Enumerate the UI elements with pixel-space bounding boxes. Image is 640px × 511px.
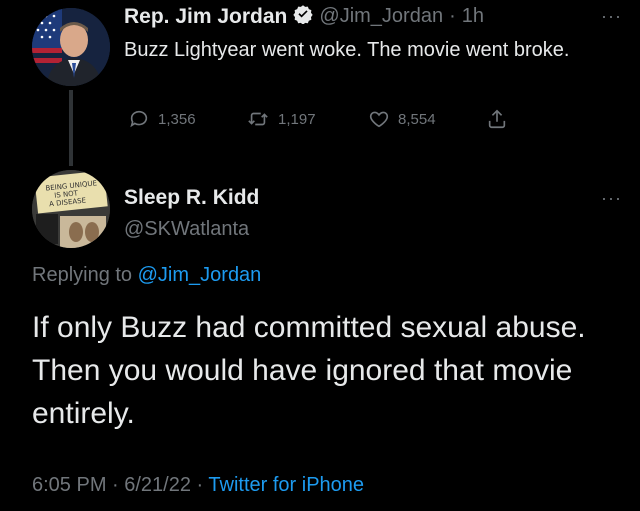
like-count: 8,554 — [398, 110, 436, 128]
share-icon — [486, 108, 508, 130]
dot-separator: · — [449, 5, 456, 27]
avatar-portrait-image — [32, 8, 110, 86]
replying-to-line: Replying to @Jim_Jordan — [32, 264, 261, 287]
reply-button[interactable]: 1,356 — [128, 108, 246, 130]
reply-author-name[interactable]: Sleep R. Kidd — [124, 186, 259, 210]
replying-to-prefix: Replying to — [32, 264, 133, 286]
reply-timestamp[interactable]: 6:05 PM · 6/21/22 · — [32, 474, 208, 496]
replying-to-link[interactable]: @Jim_Jordan — [138, 264, 262, 286]
more-icon[interactable]: ··· — [601, 188, 622, 209]
retweet-count: 1,197 — [278, 110, 316, 128]
reply-author-handle[interactable]: @SKWatlanta — [124, 218, 249, 241]
reply-meta: 6:05 PM · 6/21/22 · Twitter for iPhone — [32, 474, 364, 497]
like-button[interactable]: 8,554 — [368, 108, 486, 130]
author-name[interactable]: Rep. Jim Jordan — [124, 5, 287, 29]
tweet-header: Rep. Jim Jordan @Jim_Jordan · 1h — [124, 4, 484, 29]
tweet-time[interactable]: 1h — [462, 5, 484, 28]
source-link[interactable]: Twitter for iPhone — [208, 474, 364, 496]
more-icon[interactable]: ··· — [601, 6, 622, 27]
retweet-button[interactable]: 1,197 — [246, 108, 368, 130]
reply-text: If only Buzz had committed sexual abuse.… — [32, 311, 586, 430]
verified-badge-icon — [293, 4, 314, 29]
avatar-sign-image: BEING UNIQUE IS NOT A DISEASE — [32, 170, 110, 248]
tweet-text: Buzz Lightyear went woke. The movie went… — [124, 39, 570, 61]
reply-icon — [128, 108, 150, 130]
thread-connector-line — [69, 90, 73, 166]
author-avatar[interactable] — [32, 8, 110, 86]
reply-count: 1,356 — [158, 110, 196, 128]
author-handle[interactable]: @Jim_Jordan — [319, 5, 443, 28]
reply-author-avatar[interactable]: BEING UNIQUE IS NOT A DISEASE — [32, 170, 110, 248]
share-button[interactable] — [486, 108, 508, 130]
tweet-actions: 1,356 1,197 8,554 — [128, 108, 508, 130]
retweet-icon — [246, 108, 270, 130]
like-icon — [368, 108, 390, 130]
